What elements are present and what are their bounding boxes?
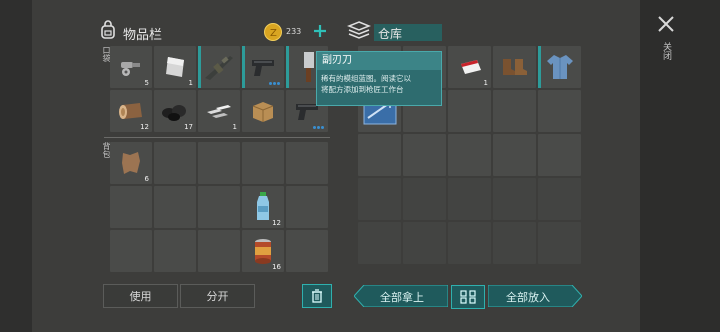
storage-slot[interactable]: [358, 178, 401, 220]
storage-title: 仓库: [378, 27, 403, 41]
storage-icon: [347, 20, 371, 42]
backpack-slot[interactable]: [154, 186, 196, 228]
add-coins-icon[interactable]: [312, 23, 328, 39]
pocket-slot[interactable]: 1: [198, 90, 240, 132]
put-all-label: 全部放入: [506, 291, 550, 304]
sort-button[interactable]: [451, 285, 485, 309]
backpack-grid: 6 12 16: [110, 142, 328, 272]
storage-slot[interactable]: [448, 90, 491, 132]
storage-slot[interactable]: [493, 134, 536, 176]
backpack-slot[interactable]: [242, 142, 284, 184]
storage-slot[interactable]: [493, 178, 536, 220]
slot-quantity: 12: [272, 219, 281, 227]
storage-slot[interactable]: [403, 222, 446, 264]
slot-quantity: 5: [144, 79, 149, 87]
coin-count: 233: [286, 27, 302, 36]
backpack-slot[interactable]: [286, 230, 328, 272]
slot-quantity: 6: [144, 175, 149, 183]
storage-slot[interactable]: [448, 222, 491, 264]
close-label[interactable]: 关闭: [660, 42, 673, 60]
storage-slot[interactable]: [448, 134, 491, 176]
backpack-slot[interactable]: [198, 186, 240, 228]
storage-slot[interactable]: [538, 90, 581, 132]
pocket-slot[interactable]: 1: [154, 46, 196, 88]
backpack-slot[interactable]: [110, 230, 152, 272]
storage-slot[interactable]: [358, 222, 401, 264]
coin-icon: Z: [264, 23, 282, 41]
section-divider: [104, 137, 330, 138]
storage-slot[interactable]: [493, 90, 536, 132]
use-button[interactable]: 使用: [103, 284, 178, 308]
right-bezel: [640, 0, 720, 332]
svg-text:Z: Z: [270, 28, 277, 39]
sort-icon: [460, 290, 476, 304]
take-all-label: 全部拿上: [380, 291, 424, 304]
storage-slot[interactable]: 1: [448, 46, 491, 88]
slot-quantity: 1: [483, 79, 488, 87]
pocket-slot[interactable]: [242, 90, 284, 132]
backpack-icon: [98, 20, 118, 40]
storage-slot[interactable]: [493, 222, 536, 264]
tooltip-title: 副刃刀: [317, 52, 441, 70]
slot-quantity: 1: [232, 123, 237, 131]
pocket-slot[interactable]: [198, 46, 240, 88]
backpack-slot[interactable]: [198, 142, 240, 184]
tooltip-line-1: 稀有的模组蓝图。阅读它以: [321, 74, 411, 83]
storage-slot[interactable]: [538, 222, 581, 264]
shirt-icon: [538, 46, 581, 88]
trash-button[interactable]: [302, 284, 332, 308]
left-bezel: [0, 0, 32, 332]
backpack-slot[interactable]: 16: [242, 230, 284, 272]
backpack-slot[interactable]: [154, 142, 196, 184]
close-icon[interactable]: [657, 15, 675, 33]
put-all-button[interactable]: 全部放入: [488, 285, 582, 307]
backpack-slot[interactable]: [198, 230, 240, 272]
item-tooltip: 副刃刀 稀有的模组蓝图。阅读它以 将配方添加到枪匠工作台: [316, 51, 442, 106]
slot-quantity: 16: [272, 263, 281, 271]
trash-icon: [311, 289, 323, 303]
inventory-title: 物品栏: [123, 28, 163, 43]
storage-slot[interactable]: [403, 134, 446, 176]
cardboard-box-icon: [242, 90, 284, 132]
pocket-slot[interactable]: 17: [154, 90, 196, 132]
storage-slot[interactable]: [448, 178, 491, 220]
pocket-slot[interactable]: 12: [110, 90, 152, 132]
boots-icon: [493, 46, 536, 88]
split-button[interactable]: 分开: [180, 284, 255, 308]
storage-slot[interactable]: [358, 134, 401, 176]
pocket-slot[interactable]: 5: [110, 46, 152, 88]
backpack-slot[interactable]: 6: [110, 142, 152, 184]
backpack-slot[interactable]: [286, 186, 328, 228]
mod-slots-indicator: [313, 126, 324, 129]
storage-slot[interactable]: [538, 46, 581, 88]
storage-slot[interactable]: [538, 178, 581, 220]
storage-slot[interactable]: [403, 178, 446, 220]
backpack-slot[interactable]: 12: [242, 186, 284, 228]
slot-quantity: 12: [140, 123, 149, 131]
pocket-slot[interactable]: [242, 46, 284, 88]
backpack-slot[interactable]: [110, 186, 152, 228]
pockets-grid: 5 1 12 17 1: [110, 46, 328, 132]
backpack-slot[interactable]: [286, 142, 328, 184]
tooltip-description: 稀有的模组蓝图。阅读它以 将配方添加到枪匠工作台: [317, 70, 441, 98]
slot-quantity: 17: [184, 123, 193, 131]
tooltip-line-2: 将配方添加到枪匠工作台: [321, 85, 404, 94]
mod-slots-indicator: [269, 82, 280, 85]
storage-slot[interactable]: [493, 46, 536, 88]
take-all-button[interactable]: 全部拿上: [354, 285, 448, 307]
backpack-slot[interactable]: [154, 230, 196, 272]
storage-slot[interactable]: [538, 134, 581, 176]
slot-quantity: 1: [188, 79, 193, 87]
rifle-icon: [198, 46, 240, 88]
